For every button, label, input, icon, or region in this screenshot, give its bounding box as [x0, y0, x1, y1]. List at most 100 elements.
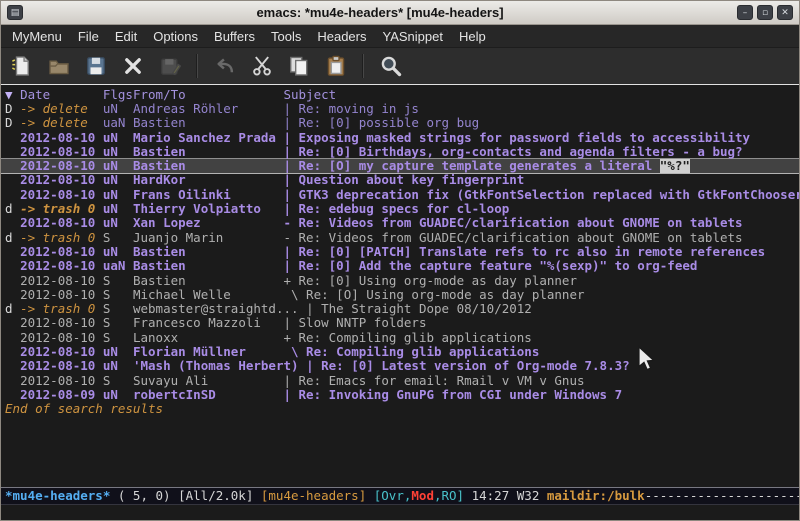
column-header-flags[interactable]: Flgs — [103, 87, 133, 102]
row-from: Thierry Volpiatto — [133, 202, 284, 216]
menu-item-file[interactable]: File — [70, 25, 107, 47]
row-subject: \ Re: [O] Using org-mode as day planner — [283, 288, 584, 302]
row-flags: uN — [103, 202, 133, 216]
modeline-segment-buffer: *mu4e-headers* — [5, 488, 110, 503]
row-flags: S — [103, 374, 133, 388]
menu-item-help[interactable]: Help — [451, 25, 494, 47]
message-row[interactable]: d -> trash 0 S webmaster@straightd... | … — [1, 302, 799, 316]
message-row[interactable]: 2012-08-10 uN HardKor | Question about k… — [1, 173, 799, 187]
column-header-from[interactable]: From/To — [133, 87, 284, 102]
header-line: ▼ Date FlgsFrom/To Subject — [1, 87, 799, 102]
menu-item-headers[interactable]: Headers — [309, 25, 374, 47]
modeline-segment-red: Mod — [411, 488, 434, 503]
row-subject: | Re: Invoking GnuPG from CGI under Wind… — [283, 388, 622, 402]
message-row[interactable]: 2012-08-10 uN Mario Sanchez Prada | Expo… — [1, 131, 799, 145]
row-subject: | Re: edebug specs for cl-loop — [283, 202, 509, 216]
row-flags: uN — [103, 245, 133, 259]
maximize-button[interactable]: ▫ — [757, 5, 773, 20]
message-row[interactable]: 2012-08-10 uN Frans Oilinki | GTK3 depre… — [1, 188, 799, 202]
row-mark — [5, 173, 20, 187]
message-row[interactable]: 2012-08-10 uN 'Mash (Thomas Herbert) | R… — [1, 359, 799, 373]
mode-line[interactable]: *mu4e-headers* ( 5, 0) [All/2.0k] [mu4e-… — [1, 487, 799, 505]
row-mark — [5, 288, 20, 302]
menu-item-options[interactable]: Options — [145, 25, 206, 47]
row-date: 2012-08-10 — [20, 245, 103, 259]
message-row[interactable]: 2012-08-10 S Lanoxx + Re: Compiling glib… — [1, 331, 799, 345]
row-subject: | Question about key fingerprint — [283, 173, 524, 187]
open-file-icon — [48, 55, 70, 77]
row-subject: | GTK3 deprecation fix (GtkFontSelection… — [283, 188, 799, 202]
column-header-subject[interactable]: Subject — [283, 87, 336, 102]
row-mark — [5, 216, 20, 230]
paste-icon — [325, 55, 347, 77]
column-header-date[interactable]: Date — [20, 87, 103, 102]
row-subject: | Slow NNTP folders — [283, 316, 426, 330]
headers-buffer[interactable]: ▼ Date FlgsFrom/To Subject D -> delete u… — [1, 85, 799, 487]
row-flags: uN — [103, 102, 133, 116]
message-row[interactable]: 2012-08-10 uN Xan Lopez - Re: Videos fro… — [1, 216, 799, 230]
window-controls: –▫ ✕ — [737, 5, 793, 20]
row-mark-label: -> delete — [20, 116, 103, 130]
message-row[interactable]: 2012-08-10 S Francesco Mazzoli | Slow NN… — [1, 316, 799, 330]
message-row[interactable]: 2012-08-10 S Suvayu Ali | Re: Emacs for … — [1, 374, 799, 388]
row-from: webmaster@straightd... — [133, 302, 306, 316]
minibuffer[interactable] — [1, 505, 799, 520]
minimize-button[interactable]: – — [737, 5, 753, 20]
row-flags: S — [103, 274, 133, 288]
message-row[interactable]: 2012-08-10 uN Bastien | Re: [O] my captu… — [1, 159, 799, 173]
row-mark — [5, 188, 20, 202]
message-row[interactable]: 2012-08-10 S Michael Welle \ Re: [O] Usi… — [1, 288, 799, 302]
row-mark-label: -> trash 0 — [20, 302, 103, 316]
message-row[interactable]: 2012-08-10 uaN Bastien | Re: [0] Add the… — [1, 259, 799, 273]
cut-icon — [251, 55, 273, 77]
copy-button[interactable] — [287, 55, 310, 78]
message-row[interactable]: 2012-08-09 uN robertcInSD | Re: Invoking… — [1, 388, 799, 402]
message-row[interactable]: d -> trash 0 uN Thierry Volpiatto | Re: … — [1, 202, 799, 216]
message-row[interactable]: 2012-08-10 S Bastien + Re: [0] Using org… — [1, 274, 799, 288]
menu-item-tools[interactable]: Tools — [263, 25, 309, 47]
message-row[interactable]: 2012-08-10 uN Florian Müllner \ Re: Comp… — [1, 345, 799, 359]
message-row[interactable]: D -> delete uaN Bastien | Re: [0] possib… — [1, 116, 799, 130]
row-subject: - Re: Videos from GUADEC/clarification a… — [283, 216, 742, 230]
sort-indicator[interactable]: ▼ — [5, 87, 20, 102]
modeline-segment-cyan: ,RO] — [434, 488, 472, 503]
emacs-window: ▤ emacs: *mu4e-headers* [mu4e-headers] –… — [0, 0, 800, 521]
row-flags: uN — [103, 359, 133, 373]
message-row[interactable]: D -> delete uN Andreas Röhler | Re: movi… — [1, 102, 799, 116]
close-button[interactable]: ✕ — [777, 5, 793, 20]
window-menu-icon[interactable]: ▤ — [7, 5, 23, 20]
row-date: 2012-08-10 — [20, 374, 103, 388]
menu-item-buffers[interactable]: Buffers — [206, 25, 263, 47]
save-button[interactable] — [84, 55, 107, 78]
row-subject: | Re: [0] Add the capture feature "%(sex… — [283, 259, 697, 273]
row-subject: | Exposing masked strings for password f… — [283, 131, 750, 145]
menu-item-mymenu[interactable]: MyMenu — [4, 25, 70, 47]
undo-icon — [214, 55, 236, 77]
message-row[interactable]: d -> trash 0 S Juanjo Marin - Re: Videos… — [1, 231, 799, 245]
row-subject: | Re: [O] my capture template generates … — [283, 159, 659, 173]
paste-button[interactable] — [324, 55, 347, 78]
close-button[interactable] — [121, 55, 144, 78]
modeline-segment-mode: [mu4e-headers] — [261, 488, 366, 503]
title-bar[interactable]: ▤ emacs: *mu4e-headers* [mu4e-headers] –… — [1, 1, 799, 25]
menu-item-edit[interactable]: Edit — [107, 25, 145, 47]
message-row[interactable]: 2012-08-10 uN Bastien | Re: [0] Birthday… — [1, 145, 799, 159]
menu-item-yasnippet[interactable]: YASnippet — [374, 25, 450, 47]
search-button[interactable] — [379, 55, 402, 78]
row-mark: D — [5, 116, 20, 130]
new-file-button[interactable] — [10, 55, 33, 78]
row-date: 2012-08-10 — [20, 145, 103, 159]
row-flags: uaN — [103, 116, 133, 130]
row-subject: - Re: Videos from GUADEC/clarification a… — [283, 231, 742, 245]
row-mark — [5, 245, 20, 259]
message-row[interactable]: 2012-08-10 uN Bastien | Re: [0] [PATCH] … — [1, 245, 799, 259]
close-icon — [122, 55, 144, 77]
end-of-results: End of search results — [1, 402, 799, 416]
cut-button[interactable] — [250, 55, 273, 78]
modeline-segment-plain: -------------------------------------- — [645, 488, 799, 503]
row-mark — [5, 388, 20, 402]
open-file-button[interactable] — [47, 55, 70, 78]
row-from: Bastien — [133, 116, 284, 130]
row-mark — [5, 145, 20, 159]
tool-bar — [1, 48, 799, 84]
